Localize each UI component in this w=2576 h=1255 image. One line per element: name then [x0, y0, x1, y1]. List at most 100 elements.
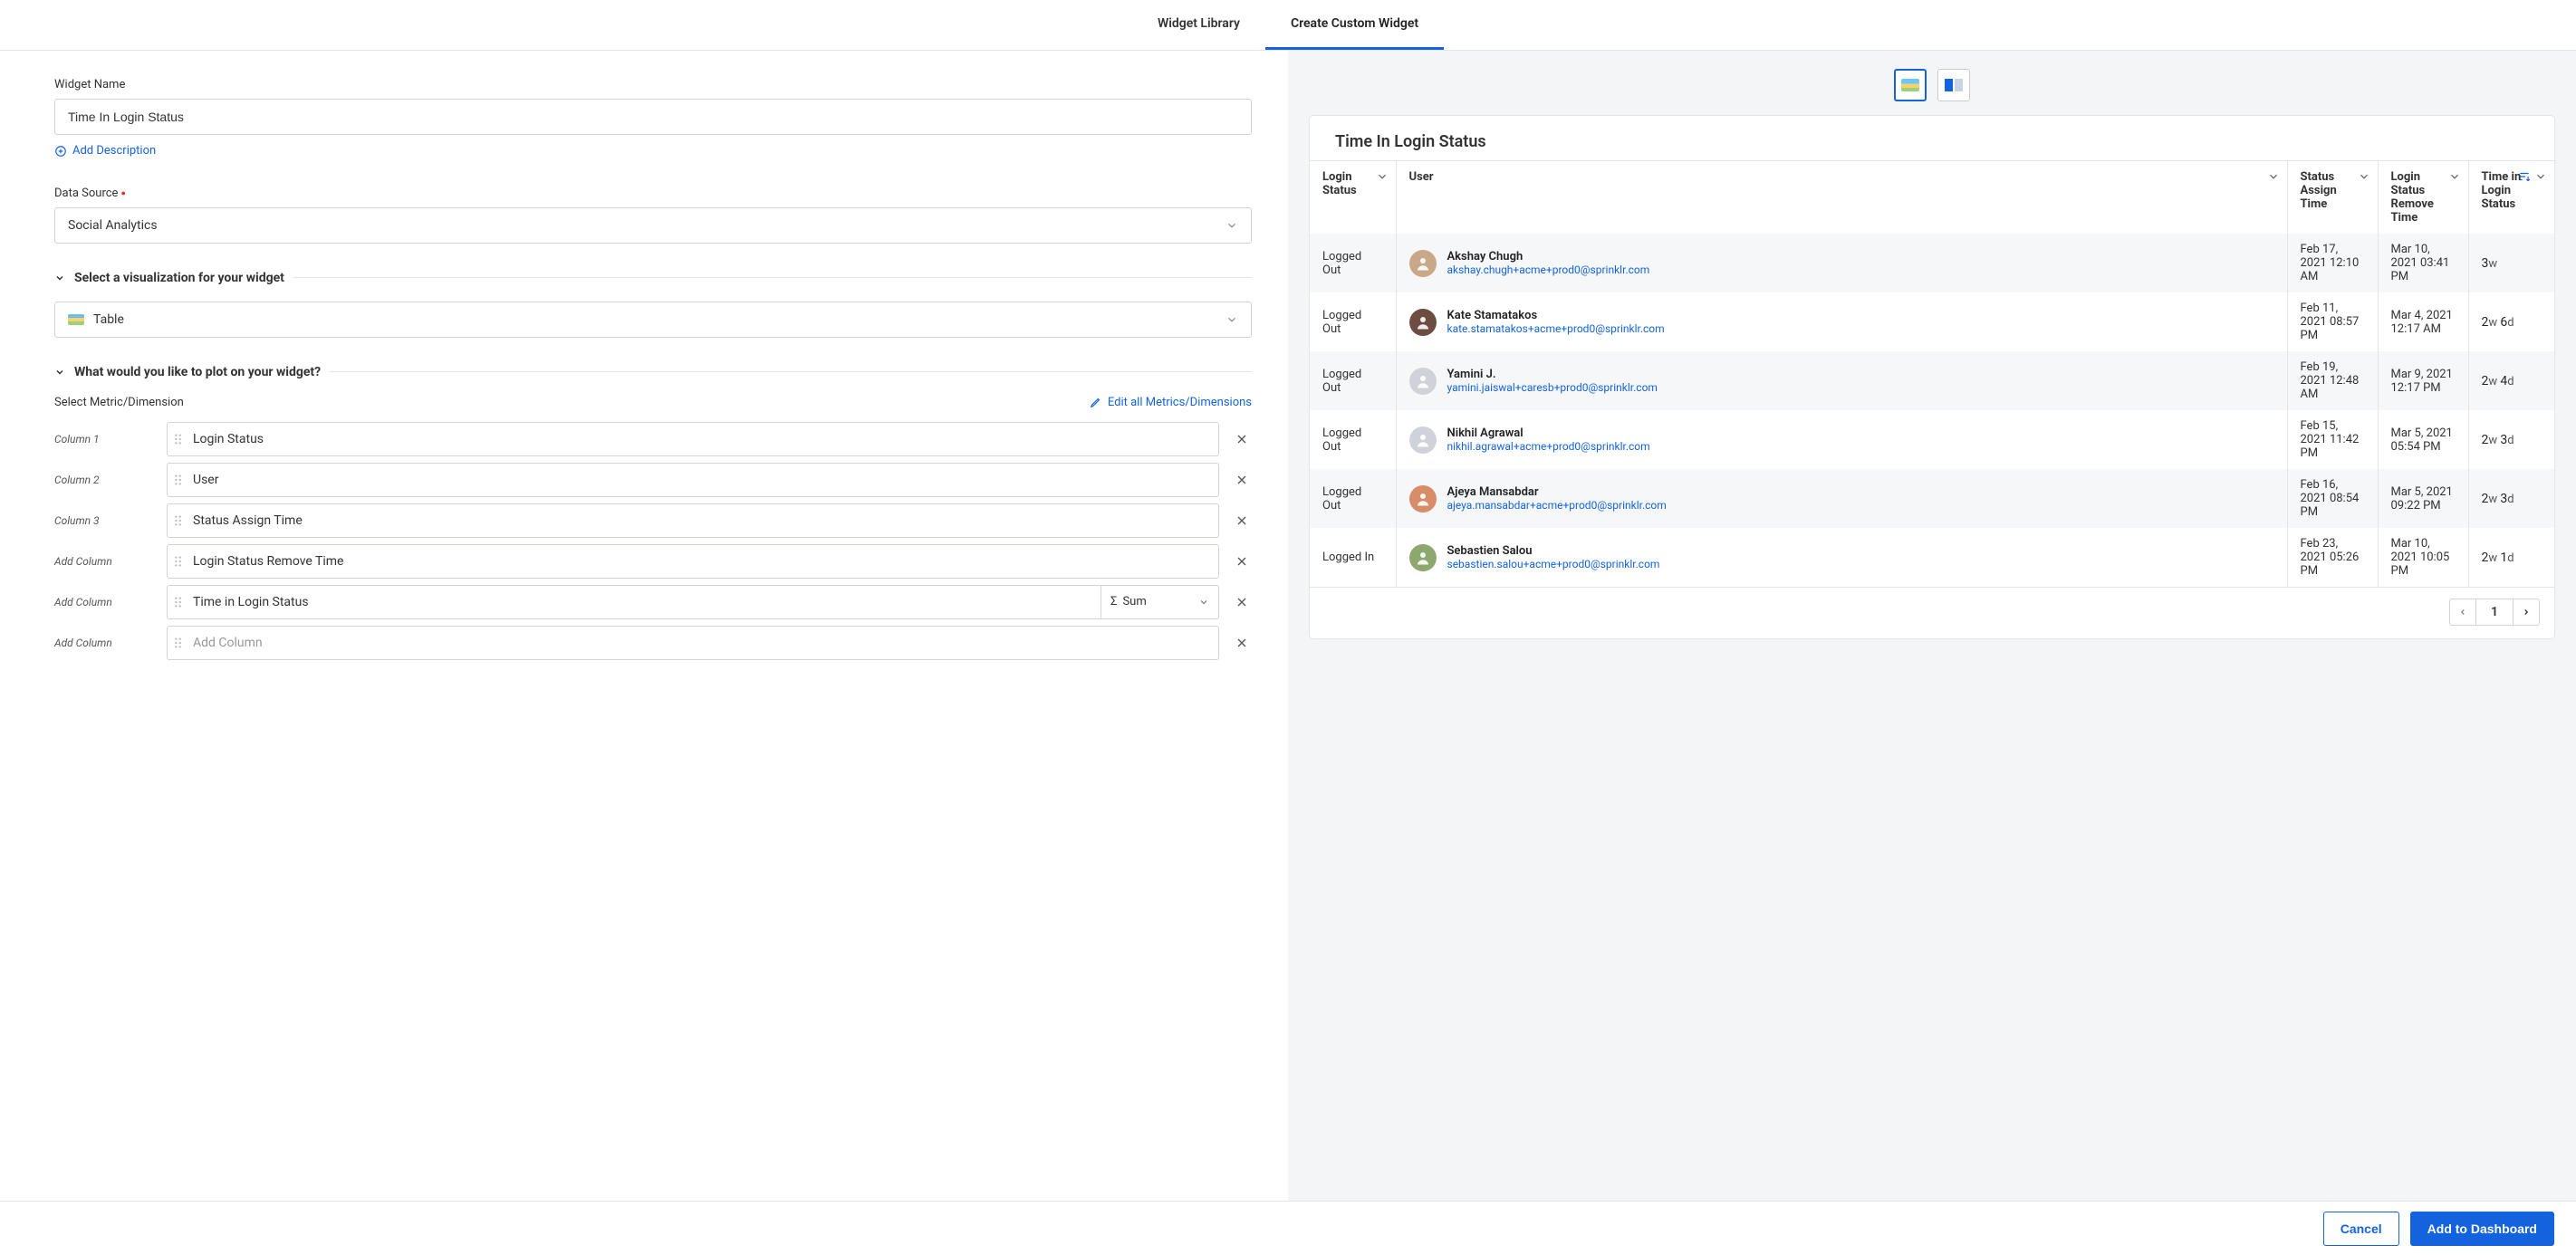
chevron-down-icon — [2358, 170, 2370, 183]
th-time-in-login-status[interactable]: Time in Login Status — [2468, 161, 2554, 235]
cell-user: Sebastien Salousebastien.salou+acme+prod… — [1396, 528, 2287, 587]
drag-handle-icon[interactable] — [168, 637, 189, 649]
column-input[interactable]: Login Status — [167, 422, 1219, 456]
viz-section-header[interactable]: Select a visualization for your widget — [54, 271, 1252, 285]
column-value: Add Column — [189, 636, 1218, 650]
avatar — [1409, 250, 1437, 277]
cell-login-status: Logged Out — [1310, 410, 1396, 469]
add-to-dashboard-button[interactable]: Add to Dashboard — [2410, 1212, 2554, 1246]
builder-form: Widget Name Add Description Data Source●… — [0, 51, 1288, 1201]
cell-assign-time: Feb 15, 2021 11:42 PM — [2287, 410, 2378, 469]
view-toggle — [1310, 69, 2554, 101]
cancel-button[interactable]: Cancel — [2323, 1212, 2399, 1246]
plot-section-title: What would you like to plot on your widg… — [74, 365, 321, 379]
preview-card: Time In Login Status Login Status User — [1310, 116, 2554, 638]
column-input[interactable]: Time in Login StatusΣSum — [167, 585, 1219, 619]
th-status-assign-time[interactable]: Status Assign Time — [2287, 161, 2378, 235]
widget-name-input[interactable] — [54, 99, 1252, 135]
cell-time-in-login-status: 2w 1d — [2468, 528, 2554, 587]
table-row[interactable]: Logged OutKate Stamatakoskate.stamatakos… — [1310, 292, 2554, 351]
cell-login-status: Logged Out — [1310, 234, 1396, 292]
visualization-select[interactable]: Table — [54, 302, 1252, 338]
cell-remove-time: Mar 4, 2021 12:17 AM — [2378, 292, 2468, 351]
chevron-down-icon — [54, 367, 65, 378]
drag-handle-icon[interactable] — [168, 555, 189, 568]
th-label: Login Status — [1322, 170, 1357, 197]
th-user[interactable]: User — [1396, 161, 2287, 235]
drag-handle-icon[interactable] — [168, 596, 189, 608]
chevron-left-icon — [2458, 608, 2467, 617]
column-input[interactable]: Add Column — [167, 626, 1219, 660]
pencil-icon — [1090, 396, 1102, 408]
user-email[interactable]: ajeya.mansabdar+acme+prod0@sprinklr.com — [1447, 499, 1667, 512]
th-login-status-remove-time[interactable]: Login Status Remove Time — [2378, 161, 2468, 235]
page-next-button[interactable] — [2513, 599, 2540, 626]
plot-section-header[interactable]: What would you like to plot on your widg… — [54, 365, 1252, 379]
table-row[interactable]: Logged OutAjeya Mansabdarajeya.mansabdar… — [1310, 469, 2554, 528]
user-email[interactable]: nikhil.agrawal+acme+prod0@sprinklr.com — [1447, 440, 1650, 453]
remove-column-button[interactable] — [1232, 511, 1252, 531]
th-label: User — [1409, 170, 1434, 184]
th-label: Login Status Remove Time — [2391, 170, 2434, 225]
add-description-link[interactable]: Add Description — [54, 144, 156, 158]
cell-assign-time: Feb 17, 2021 12:10 AM — [2287, 234, 2378, 292]
edit-all-label: Edit all Metrics/Dimensions — [1108, 396, 1252, 409]
user-email[interactable]: yamini.jaiswal+caresb+prod0@sprinklr.com — [1447, 381, 1658, 394]
edit-all-metrics-link[interactable]: Edit all Metrics/Dimensions — [1090, 396, 1252, 409]
user-name: Ajeya Mansabdar — [1447, 485, 1667, 499]
visualization-value: Table — [93, 312, 124, 327]
column-value: Login Status Remove Time — [189, 554, 1218, 569]
data-source-label: Data Source● — [54, 187, 1252, 200]
drag-handle-icon[interactable] — [168, 474, 189, 486]
remove-column-button[interactable] — [1232, 592, 1252, 612]
user-email[interactable]: kate.stamatakos+acme+prod0@sprinklr.com — [1447, 322, 1665, 335]
avatar — [1409, 368, 1437, 395]
th-label: Status Assign Time — [2301, 170, 2337, 211]
widget-name-label: Widget Name — [54, 78, 1252, 91]
table-viz-icon — [68, 314, 84, 325]
chevron-right-icon — [2522, 608, 2531, 617]
avatar — [1409, 485, 1437, 513]
avatar — [1409, 426, 1437, 454]
cell-time-in-login-status: 3w — [2468, 234, 2554, 292]
user-email[interactable]: sebastien.salou+acme+prod0@sprinklr.com — [1447, 558, 1660, 570]
user-name: Nikhil Agrawal — [1447, 426, 1650, 440]
user-email[interactable]: akshay.chugh+acme+prod0@sprinklr.com — [1447, 263, 1650, 276]
cell-user: Kate Stamatakoskate.stamatakos+acme+prod… — [1396, 292, 2287, 351]
column-label: Column 1 — [54, 433, 154, 445]
close-icon — [1235, 595, 1249, 609]
view-split-button[interactable] — [1937, 69, 1970, 101]
remove-column-button[interactable] — [1232, 429, 1252, 449]
table-row[interactable]: Logged InSebastien Salousebastien.salou+… — [1310, 528, 2554, 587]
cell-time-in-login-status: 2w 3d — [2468, 410, 2554, 469]
page-number: 1 — [2476, 599, 2513, 626]
tab-create-custom-widget[interactable]: Create Custom Widget — [1265, 0, 1444, 50]
card-view-icon — [1901, 79, 1919, 91]
view-card-button[interactable] — [1894, 69, 1927, 101]
column-input[interactable]: Login Status Remove Time — [167, 544, 1219, 579]
remove-column-button[interactable] — [1232, 551, 1252, 571]
column-input[interactable]: User — [167, 463, 1219, 497]
avatar — [1409, 309, 1437, 336]
table-row[interactable]: Logged OutAkshay Chughakshay.chugh+acme+… — [1310, 234, 2554, 292]
split-view-icon — [1945, 79, 1963, 91]
remove-column-button[interactable] — [1232, 633, 1252, 653]
tab-widget-library[interactable]: Widget Library — [1132, 0, 1265, 50]
cell-remove-time: Mar 5, 2021 09:22 PM — [2378, 469, 2468, 528]
column-value: Status Assign Time — [189, 513, 1218, 528]
data-source-select[interactable]: Social Analytics — [54, 207, 1252, 244]
aggregation-select[interactable]: ΣSum — [1101, 586, 1218, 618]
cell-remove-time: Mar 10, 2021 03:41 PM — [2378, 234, 2468, 292]
drag-handle-icon[interactable] — [168, 433, 189, 445]
table-row[interactable]: Logged OutYamini J.yamini.jaiswal+caresb… — [1310, 351, 2554, 410]
th-login-status[interactable]: Login Status — [1310, 161, 1396, 235]
table-row[interactable]: Logged Out Nikhil Agrawalnikhil.agrawal+a… — [1310, 410, 2554, 469]
user-name: Yamini J. — [1447, 368, 1658, 381]
column-input[interactable]: Status Assign Time — [167, 503, 1219, 538]
drag-handle-icon[interactable] — [168, 514, 189, 527]
page-prev-button[interactable] — [2449, 599, 2476, 626]
column-row: Column 3Status Assign Time — [54, 503, 1252, 538]
main: Widget Name Add Description Data Source●… — [0, 51, 2576, 1201]
add-description-label: Add Description — [72, 144, 156, 158]
remove-column-button[interactable] — [1232, 470, 1252, 490]
